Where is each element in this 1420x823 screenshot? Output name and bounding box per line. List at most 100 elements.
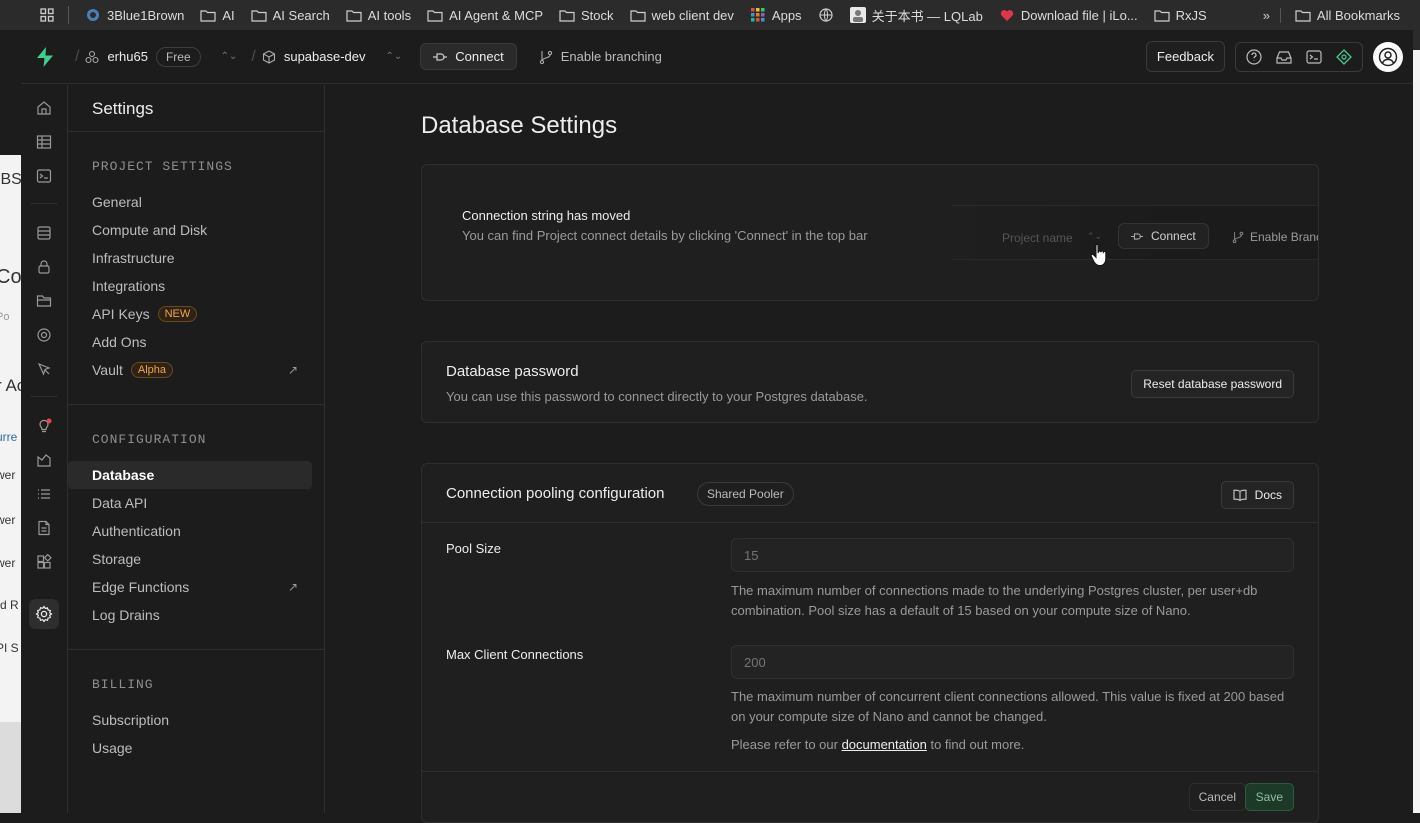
- sidebar-item-api-keys[interactable]: API Keys NEW: [68, 300, 312, 328]
- advisors-bulb-icon[interactable]: [29, 411, 59, 441]
- refer-docs-text: Please refer to our documentation to fin…: [731, 735, 1294, 755]
- lock-icon[interactable]: [29, 252, 59, 282]
- sidebar-item-general[interactable]: General: [68, 188, 312, 216]
- table-editor-icon[interactable]: [29, 127, 59, 157]
- docs-button[interactable]: Docs: [1220, 481, 1294, 509]
- sidebar-item-usage[interactable]: Usage: [68, 734, 312, 762]
- sidebar-item-label: Integrations: [92, 278, 166, 294]
- feedback-button[interactable]: Feedback: [1145, 41, 1225, 72]
- inbox-icon[interactable]: [1276, 50, 1292, 64]
- background-text: wer: [0, 513, 16, 527]
- bookmark-rxjs[interactable]: RxJS: [1146, 7, 1215, 23]
- bookmark-lqlab[interactable]: 关于本书 — LQLab: [842, 6, 991, 25]
- save-button[interactable]: Save: [1244, 783, 1294, 811]
- sidebar-item-label: Log Drains: [92, 607, 160, 623]
- supabase-logo-icon[interactable]: [21, 46, 69, 67]
- logs-list-icon[interactable]: [29, 479, 59, 509]
- sidebar-item-subscription[interactable]: Subscription: [68, 706, 312, 734]
- sidebar-item-label: Vault: [92, 362, 123, 378]
- sidebar-item-infrastructure[interactable]: Infrastructure: [68, 244, 312, 272]
- connection-pooling-card: Connection pooling configuration Shared …: [421, 463, 1319, 823]
- plug-icon: [433, 52, 448, 62]
- sidebar-title: Settings: [68, 85, 324, 132]
- sidebar-item-label: Usage: [92, 740, 133, 756]
- sql-editor-icon[interactable]: [29, 161, 59, 191]
- avatar-icon: [849, 7, 866, 23]
- bookmark-3blue1brown[interactable]: 3Blue1Brown: [77, 7, 192, 23]
- heart-icon: [999, 7, 1015, 23]
- settings-gear-icon[interactable]: [29, 599, 59, 629]
- background-window: IBS Co Po r Ac urre wer wer wer rd R PI …: [0, 30, 21, 813]
- reports-chart-icon[interactable]: [29, 445, 59, 475]
- sidebar-item-label: Infrastructure: [92, 250, 175, 266]
- pool-size-input[interactable]: [731, 538, 1294, 572]
- sidebar-item-integrations[interactable]: Integrations: [68, 272, 312, 300]
- sidebar-item-database[interactable]: Database: [68, 461, 312, 489]
- bookmark-ai-tools[interactable]: AI tools: [338, 7, 419, 23]
- sidebar-item-compute-and-disk[interactable]: Compute and Disk: [68, 216, 312, 244]
- sidebar-item-storage[interactable]: Storage: [68, 545, 312, 573]
- integrations-icon[interactable]: [29, 547, 59, 577]
- pooling-footer: Cancel Save: [422, 771, 1318, 823]
- documentation-link[interactable]: documentation: [842, 737, 927, 752]
- realtime-icon[interactable]: [29, 320, 59, 350]
- storage-icon[interactable]: [29, 286, 59, 316]
- sidebar-item-vault[interactable]: Vault Alpha ↗: [68, 356, 312, 384]
- chevron-updown-icon: ⌃⌄: [1087, 231, 1103, 241]
- bookmark-label: Download file | iLo...: [1020, 7, 1138, 23]
- section-heading: PROJECT SETTINGS: [92, 159, 233, 174]
- sidebar-item-log-drains[interactable]: Log Drains: [68, 601, 312, 629]
- apps-grid-icon[interactable]: [32, 8, 62, 22]
- home-icon[interactable]: [29, 93, 59, 123]
- more-bookmarks-button[interactable]: »: [1253, 8, 1280, 23]
- sidebar-item-label: Edge Functions: [92, 579, 190, 595]
- background-text: rd R: [0, 598, 19, 612]
- cancel-button[interactable]: Cancel: [1188, 783, 1246, 811]
- pooling-title: Connection pooling configuration: [446, 485, 665, 502]
- sidebar-item-label: Add Ons: [92, 334, 147, 350]
- terminal-icon[interactable]: [1306, 49, 1322, 64]
- sidebar-divider: [68, 649, 324, 650]
- bookmark-globe[interactable]: [810, 7, 842, 23]
- org-selector[interactable]: erhu65 Free ⌃⌄: [85, 46, 237, 67]
- assistant-icon[interactable]: [1336, 48, 1352, 65]
- alpha-badge: Alpha: [130, 362, 174, 378]
- 3b1b-icon: [85, 7, 101, 23]
- background-text: wer: [0, 468, 16, 482]
- password-title: Database password: [446, 363, 579, 380]
- sidebar-item-data-api[interactable]: Data API: [68, 489, 312, 517]
- bookmark-apps[interactable]: Apps: [742, 7, 810, 23]
- cursor-click-icon[interactable]: [29, 354, 59, 384]
- bookmark-ai-agent-mcp[interactable]: AI Agent & MCP: [419, 7, 551, 23]
- reset-password-button[interactable]: Reset database password: [1131, 370, 1294, 398]
- bookmark-ai[interactable]: AI: [192, 7, 242, 23]
- folder-icon: [346, 7, 362, 23]
- user-avatar-icon[interactable]: [1373, 41, 1403, 72]
- bookmark-label: 3Blue1Brown: [107, 7, 185, 23]
- refer-suffix: to find out more.: [926, 737, 1025, 752]
- background-gray-area: [0, 722, 21, 813]
- bookmark-download-file[interactable]: Download file | iLo...: [991, 7, 1146, 23]
- api-docs-icon[interactable]: [29, 513, 59, 543]
- bookmark-label: AI Search: [272, 7, 330, 23]
- sidebar-item-edge-functions[interactable]: Edge Functions ↗: [68, 573, 312, 601]
- all-bookmarks-button[interactable]: All Bookmarks: [1279, 7, 1420, 23]
- bookmark-ai-search[interactable]: AI Search: [243, 7, 338, 23]
- sidebar-item-authentication[interactable]: Authentication: [68, 517, 312, 545]
- connect-button[interactable]: Connect: [420, 43, 517, 70]
- bookmark-web-client-dev[interactable]: web client dev: [622, 7, 742, 23]
- breadcrumb-separator: /: [75, 47, 80, 65]
- database-icon[interactable]: [29, 218, 59, 248]
- bookmark-label: All Bookmarks: [1316, 7, 1400, 23]
- top-navbar: / erhu65 Free ⌃⌄ / supabase-dev ⌃⌄ Conne…: [21, 30, 1413, 84]
- folder-icon: [629, 7, 646, 23]
- help-icon[interactable]: [1246, 48, 1262, 65]
- bookmark-label: web client dev: [651, 7, 734, 23]
- bookmark-stock[interactable]: Stock: [551, 7, 622, 23]
- max-client-label: Max Client Connections: [446, 647, 584, 662]
- enable-branching-button[interactable]: Enable branching: [539, 49, 662, 64]
- sidebar-item-add-ons[interactable]: Add Ons: [68, 328, 312, 356]
- topbar-actions: Feedback: [1145, 41, 1403, 72]
- project-selector[interactable]: supabase-dev ⌃⌄: [262, 49, 402, 64]
- max-client-input[interactable]: [731, 645, 1294, 679]
